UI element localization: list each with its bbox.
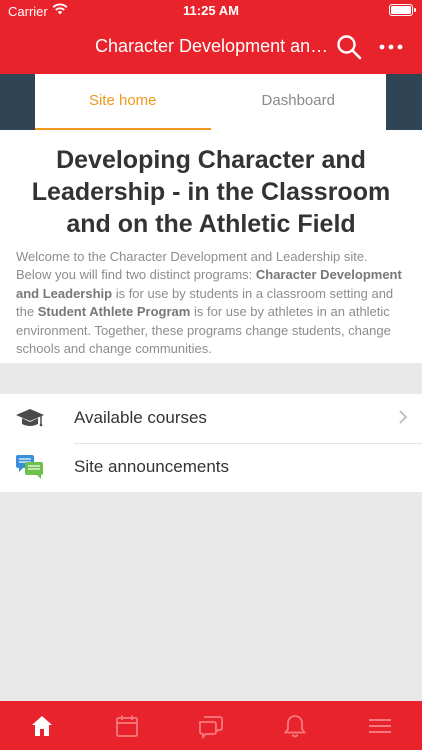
status-time: 11:25 AM [183,3,239,18]
bottom-tab-home[interactable] [0,701,84,750]
calendar-icon [115,715,138,737]
tab-dashboard[interactable]: Dashboard [211,74,387,130]
list-item-label: Site announcements [74,457,229,476]
tab-site-home[interactable]: Site home [35,74,211,130]
bell-icon [284,714,307,737]
bottom-tab-notifications[interactable] [253,701,337,750]
menu-icon [368,718,391,733]
list-item-label: Available courses [74,408,207,427]
site-summary-section: Developing Character and Leadership - in… [0,130,422,363]
tabs-container: Site home Dashboard [0,74,422,130]
search-icon[interactable] [336,34,362,60]
top-bar: Carrier 11:25 AM Character Development a… [0,0,422,74]
bottom-tab-calendar[interactable] [84,701,168,750]
tab-bar: Site home Dashboard [35,74,386,130]
chat-bubbles-icon [16,455,43,479]
graduation-cap-icon [16,409,44,427]
bottom-tab-bar [0,701,422,750]
summary-bold-program-2: Student Athlete Program [37,304,191,320]
battery-icon [389,4,416,16]
nav-title: Character Development and Leadership [95,36,333,56]
page-title: Developing Character and Leadership - in… [31,146,391,238]
chevron-right-icon [399,410,408,424]
site-summary: Welcome to the Character Development and… [0,248,422,358]
site-menu-list: Available courses Site announcements [0,394,422,492]
more-options-icon[interactable] [378,38,404,56]
bottom-tab-messages[interactable] [169,701,253,750]
home-icon [32,715,53,736]
messages-icon [199,715,223,739]
bottom-tab-menu[interactable] [338,701,422,750]
status-bar: Carrier 11:25 AM [0,0,422,22]
list-item-site-announcements[interactable]: Site announcements [0,443,422,492]
list-item-available-courses[interactable]: Available courses [0,394,422,443]
